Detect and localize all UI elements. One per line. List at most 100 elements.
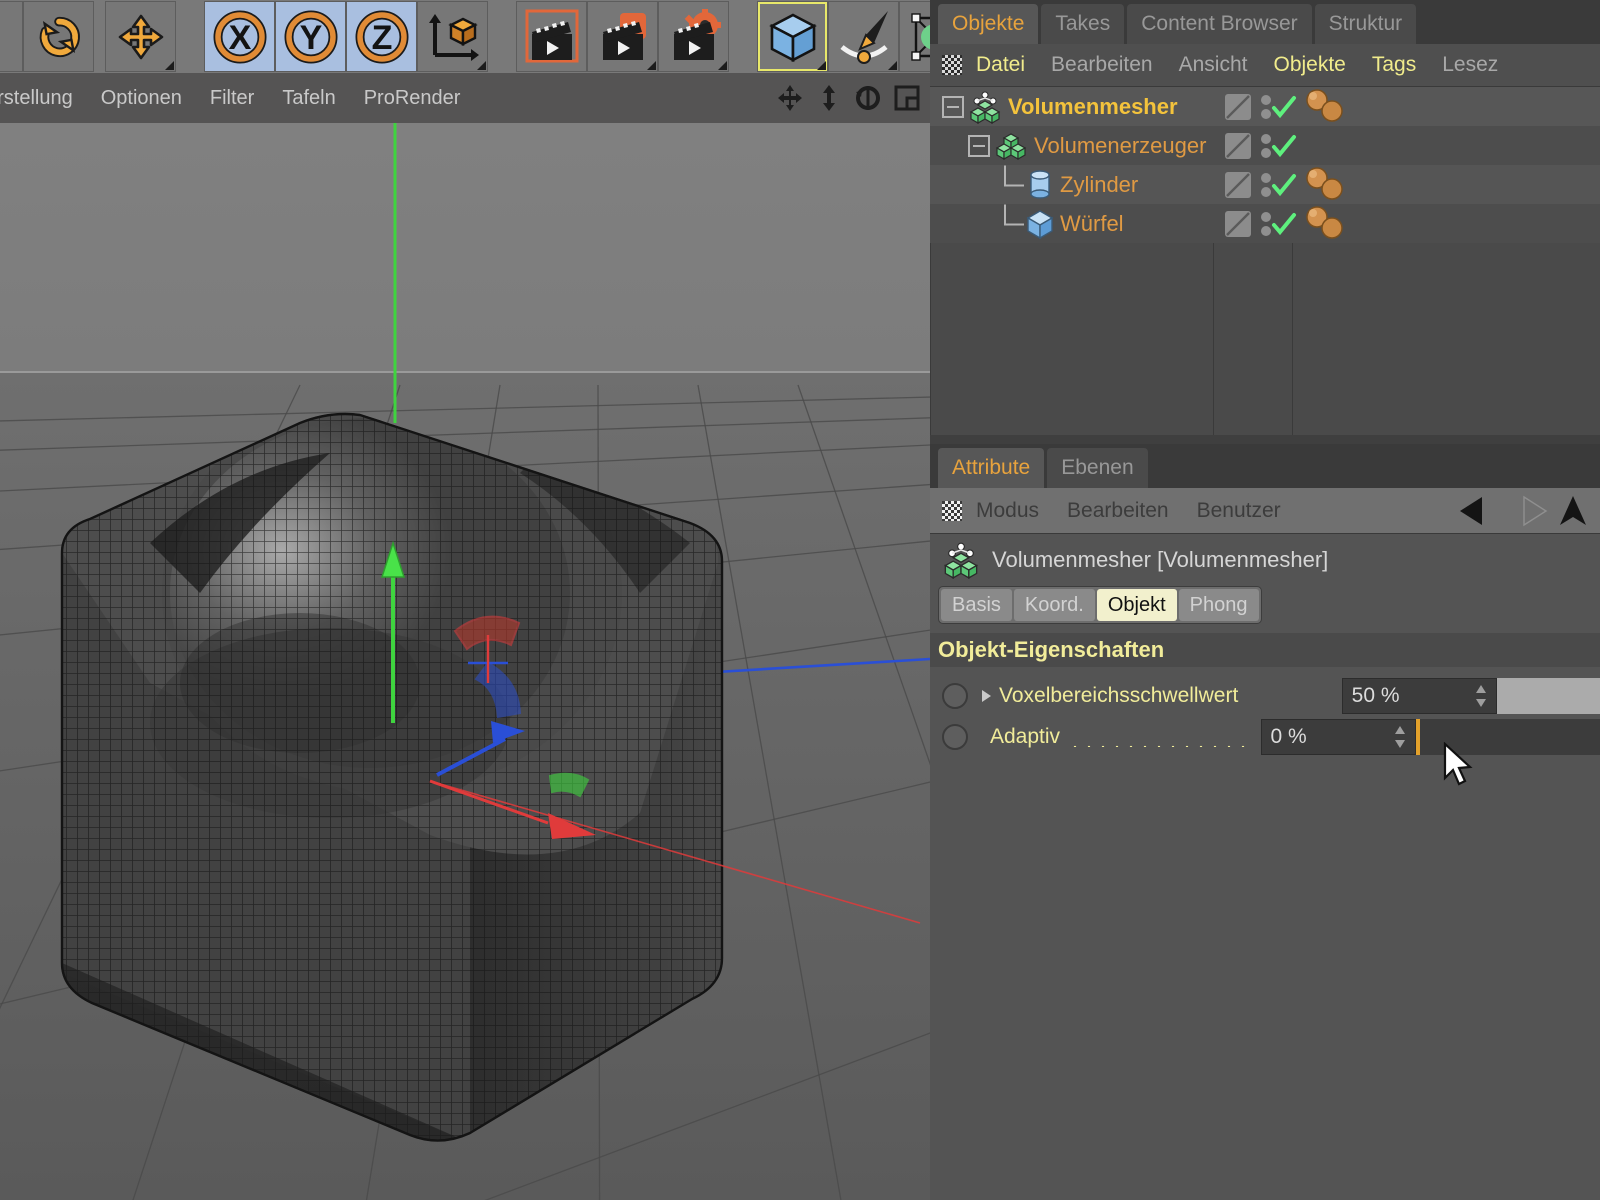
subtab-objekt[interactable]: Objekt: [1097, 589, 1177, 621]
axis-x-lock-button[interactable]: X: [204, 1, 275, 72]
viewport-menubar: arstellung Optionen Filter Tafeln ProRen…: [0, 73, 930, 123]
viewport-menu-prorender[interactable]: ProRender: [364, 87, 461, 110]
at-menu-bearbeiten[interactable]: Bearbeiten: [1067, 499, 1169, 523]
om-menu-objekte[interactable]: Objekte: [1273, 53, 1345, 77]
enabled-check-icon[interactable]: [1270, 132, 1298, 160]
add-cube-object-button[interactable]: [757, 1, 828, 72]
om-menu-lesezeichen[interactable]: Lesez: [1442, 53, 1498, 77]
viewport-menu-filter[interactable]: Filter: [210, 87, 254, 110]
subtab-phong[interactable]: Phong: [1179, 589, 1259, 621]
tab-attribute[interactable]: Attribute: [938, 448, 1044, 488]
property-value: 50 %: [1352, 684, 1400, 708]
label-leader-dots: [1068, 726, 1252, 747]
viewport-menu-tafeln[interactable]: Tafeln: [282, 87, 335, 110]
enabled-check-icon[interactable]: [1270, 210, 1298, 238]
at-menu-benutzer[interactable]: Benutzer: [1197, 499, 1281, 523]
cube-primitive-icon: [1025, 208, 1055, 240]
enabled-check-icon[interactable]: [1270, 171, 1298, 199]
voxel-threshold-input[interactable]: 50 %: [1342, 678, 1497, 714]
viewport-menu-optionen[interactable]: Optionen: [101, 87, 182, 110]
viewport-3d[interactable]: [0, 123, 930, 1200]
table-row[interactable]: Volumenmesher: [930, 87, 1600, 126]
enabled-check-icon[interactable]: [1270, 93, 1298, 121]
rotate-tool-button[interactable]: [23, 1, 94, 72]
visibility-toggle-icon[interactable]: [1224, 171, 1252, 199]
adaptiv-input[interactable]: 0 %: [1261, 719, 1416, 755]
visibility-toggle-icon[interactable]: [1224, 93, 1252, 121]
cylinder-icon: [1025, 168, 1055, 202]
axis-y-icon: Y: [283, 9, 339, 65]
axis-y-lock-button[interactable]: Y: [275, 1, 346, 72]
scale-tool-button[interactable]: [0, 1, 23, 72]
forward-arrow-icon[interactable]: [1506, 493, 1550, 529]
volume-mesher-icon: [942, 541, 980, 579]
property-label: Adaptiv: [990, 725, 1060, 749]
up-arrow-icon[interactable]: [1556, 493, 1590, 529]
om-menu-datei[interactable]: Datei: [976, 53, 1025, 77]
tree-expander-minus-icon[interactable]: [968, 135, 990, 157]
spinner-icon[interactable]: [1473, 683, 1489, 709]
om-menu-tags[interactable]: Tags: [1372, 53, 1416, 77]
visibility-toggle-icon[interactable]: [1224, 210, 1252, 238]
attribute-object-header: Volumenmesher [Volumenmesher]: [930, 534, 1600, 586]
subtab-basis[interactable]: Basis: [941, 589, 1012, 621]
coordinate-system-button[interactable]: [417, 1, 488, 72]
render-settings-button[interactable]: [658, 1, 729, 72]
tool-options-corner: [165, 61, 174, 70]
at-menu-modus[interactable]: Modus: [976, 499, 1039, 523]
property-row-voxel-threshold: Voxelbereichsschwellwert 50 %: [930, 675, 1600, 716]
object-manager-menubar: Datei Bearbeiten Ansicht Objekte Tags Le…: [930, 44, 1600, 87]
move-tool-button[interactable]: [105, 1, 176, 72]
tree-item-label: Würfel: [1060, 211, 1124, 237]
render-region-button[interactable]: [587, 1, 658, 72]
maximize-view-icon[interactable]: [892, 83, 922, 113]
tab-struktur[interactable]: Struktur: [1315, 4, 1417, 44]
tab-objekte[interactable]: Objekte: [938, 4, 1038, 44]
adaptiv-slider[interactable]: [1416, 719, 1600, 755]
attribute-manager-body: Volumenmesher [Volumenmesher] Basis Koor…: [930, 534, 1600, 1200]
object-tree[interactable]: Volumenmesher: [930, 87, 1600, 435]
voxel-threshold-slider[interactable]: [1497, 678, 1600, 714]
subtab-koord[interactable]: Koord.: [1014, 589, 1095, 621]
tree-item-label: Volumenerzeuger: [1034, 133, 1206, 159]
svg-text:Z: Z: [371, 19, 392, 57]
cube-icon: [766, 10, 820, 64]
zoom-icon[interactable]: [814, 83, 844, 113]
axis-z-icon: Z: [354, 9, 410, 65]
tab-ebenen[interactable]: Ebenen: [1047, 448, 1147, 488]
svg-text:X: X: [228, 19, 251, 57]
table-row[interactable]: Volumenerzeuger: [930, 126, 1600, 165]
phong-tag-icon[interactable]: [1305, 206, 1349, 242]
render-view-button[interactable]: [516, 1, 587, 72]
add-spline-button[interactable]: [828, 1, 899, 72]
orbit-icon[interactable]: [853, 83, 883, 113]
phong-tag-icon[interactable]: [1305, 167, 1349, 203]
animation-keyframe-knob[interactable]: [942, 683, 968, 709]
expander-triangle-icon[interactable]: [982, 690, 991, 702]
property-row-adaptiv: Adaptiv 0 %: [930, 716, 1600, 757]
section-title: Objekt-Eigenschaften: [938, 637, 1164, 663]
tree-expander-minus-icon[interactable]: [942, 96, 964, 118]
axis-z-lock-button[interactable]: Z: [346, 1, 417, 72]
table-row[interactable]: Zylinder: [930, 165, 1600, 204]
visibility-toggle-icon[interactable]: [1224, 132, 1252, 160]
spinner-icon[interactable]: [1392, 724, 1408, 750]
pan-icon[interactable]: [775, 83, 805, 113]
attribute-nav-arrows: [1456, 493, 1590, 529]
phong-tag-icon[interactable]: [1305, 89, 1349, 125]
panel-grip-icon[interactable]: [942, 501, 962, 521]
back-arrow-icon[interactable]: [1456, 493, 1500, 529]
main-toolbar: X Y Z: [0, 0, 930, 73]
animation-keyframe-knob[interactable]: [942, 724, 968, 750]
volume-mesher-icon: [968, 90, 1002, 124]
viewport-menu-darstellung[interactable]: arstellung: [0, 87, 73, 110]
panel-grip-icon[interactable]: [942, 55, 962, 75]
slider-handle[interactable]: [1416, 719, 1420, 755]
om-menu-ansicht[interactable]: Ansicht: [1179, 53, 1248, 77]
tab-takes[interactable]: Takes: [1041, 4, 1124, 44]
table-row[interactable]: Würfel: [930, 204, 1600, 243]
property-value: 0 %: [1271, 725, 1307, 749]
tab-content-browser[interactable]: Content Browser: [1127, 4, 1311, 44]
attribute-object-title: Volumenmesher [Volumenmesher]: [992, 547, 1328, 573]
om-menu-bearbeiten[interactable]: Bearbeiten: [1051, 53, 1153, 77]
